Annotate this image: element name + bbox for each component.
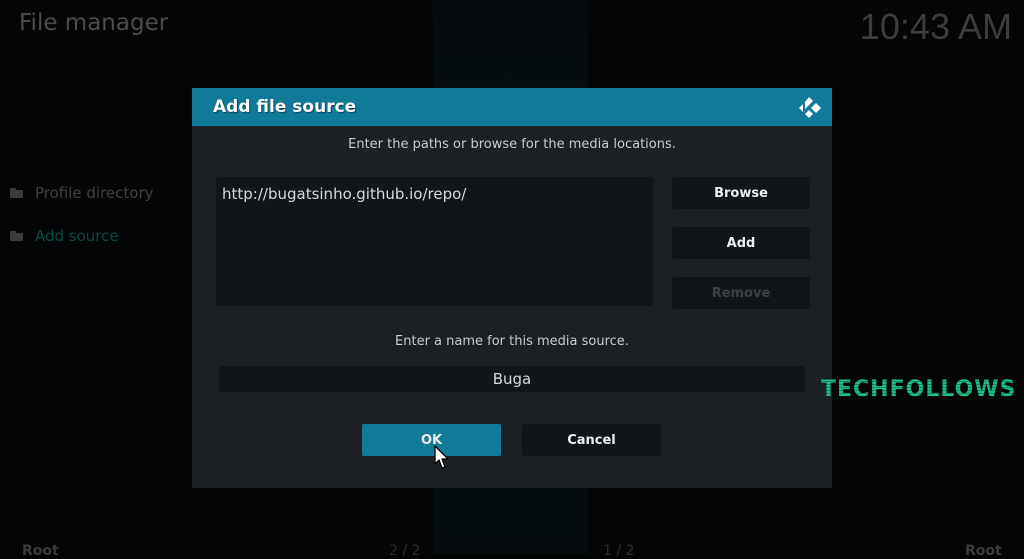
name-hint: Enter a name for this media source. [395, 334, 629, 349]
ok-button[interactable]: OK [362, 424, 501, 456]
list-item-label: Profile directory [35, 184, 154, 202]
list-item-profile-directory[interactable]: Profile directory [10, 180, 154, 206]
dialog-header: Add file source [192, 88, 832, 126]
folder-icon [10, 231, 23, 241]
watermark: TECHFOLLOWS [821, 377, 1017, 402]
folder-icon [10, 188, 23, 198]
source-name-input[interactable]: Buga [219, 366, 805, 392]
remove-button[interactable]: Remove [672, 277, 810, 309]
list-item-add-source[interactable]: Add source [10, 223, 154, 249]
add-file-source-dialog: Add file source Enter the paths or brows… [192, 88, 832, 488]
clock: 10:43 AM [859, 6, 1012, 47]
paths-list[interactable]: http://bugatsinho.github.io/repo/ [216, 177, 653, 306]
paths-hint: Enter the paths or browse for the media … [348, 137, 676, 152]
footer-right-count: 1 / 2 [603, 543, 635, 559]
source-list: Profile directory Add source [10, 180, 154, 266]
path-entry[interactable]: http://bugatsinho.github.io/repo/ [222, 185, 466, 203]
mouse-cursor-icon [434, 445, 449, 469]
window-title: File manager [19, 10, 169, 36]
add-button[interactable]: Add [672, 227, 810, 259]
footer-left-label: Root [22, 543, 59, 559]
cancel-button[interactable]: Cancel [522, 424, 661, 456]
footer-left-count: 2 / 2 [389, 543, 421, 559]
kodi-logo-icon [799, 97, 821, 118]
browse-button[interactable]: Browse [672, 177, 810, 209]
dialog-title: Add file source [213, 97, 357, 117]
footer-right-label: Root [965, 543, 1002, 559]
list-item-label: Add source [35, 227, 119, 245]
